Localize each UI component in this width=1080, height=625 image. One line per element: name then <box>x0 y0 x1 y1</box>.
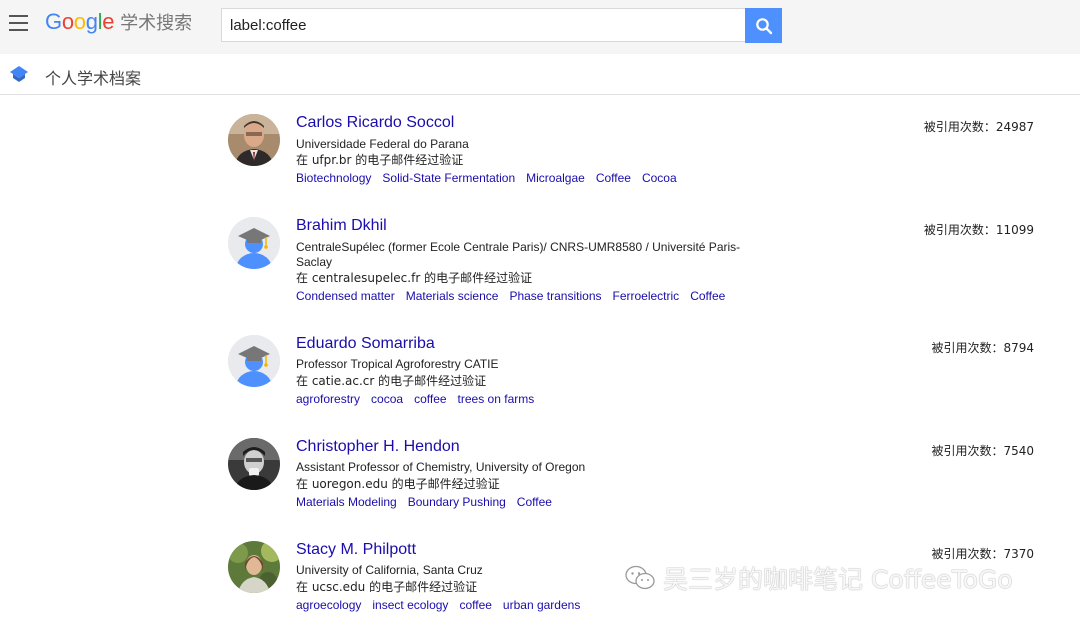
interest-tag[interactable]: Condensed matter <box>296 289 395 303</box>
top-bar: Google 学术搜索 <box>0 0 1080 54</box>
interest-tag[interactable]: agroforestry <box>296 392 360 406</box>
profile-name[interactable]: Christopher H. Hendon <box>296 438 460 456</box>
verified-email: 在 ucsc.edu 的电子邮件经过验证 <box>296 580 478 594</box>
interest-tags: agroecology insect ecology coffee urban gar… <box>296 598 591 612</box>
interest-tag[interactable]: agroecology <box>296 598 361 612</box>
avatar-placeholder[interactable] <box>228 217 280 269</box>
affiliation: Universidade Federal do Parana <box>296 137 469 151</box>
wechat-logo-icon <box>625 565 655 590</box>
interest-tag[interactable]: Materials science <box>406 289 499 303</box>
interest-tag[interactable]: Ferroelectric <box>613 289 680 303</box>
interest-tags: Materials Modeling Boundary Pushing Coffee <box>296 495 563 509</box>
sub-header: 个人学术档案 <box>0 54 1080 95</box>
search-box <box>221 8 745 42</box>
verified-email: 在 ufpr.br 的电子邮件经过验证 <box>296 153 464 167</box>
interest-tags: agroforestry cocoa coffee trees on farms <box>296 392 545 406</box>
interest-tag[interactable]: Phase transitions <box>509 289 601 303</box>
interest-tag[interactable]: trees on farms <box>458 392 535 406</box>
interest-tag[interactable]: coffee <box>414 392 446 406</box>
interest-tag[interactable]: Cocoa <box>642 171 677 185</box>
affiliation: CentraleSupélec (former Ecole Centrale P… <box>296 240 741 269</box>
logo-letter: g <box>85 9 98 34</box>
default-avatar-icon <box>228 335 280 387</box>
interest-tag[interactable]: urban gardens <box>503 598 580 612</box>
avatar[interactable] <box>228 114 280 166</box>
logo-letter: o <box>73 9 86 34</box>
avatar-placeholder[interactable] <box>228 335 280 387</box>
menu-icon[interactable] <box>9 15 28 31</box>
interest-tag[interactable]: cocoa <box>371 392 403 406</box>
citation-count: 被引用次数：11099 <box>923 223 1034 237</box>
citation-count: 被引用次数：7540 <box>931 444 1034 458</box>
interest-tag[interactable]: insect ecology <box>372 598 448 612</box>
logo-letter: G <box>45 9 62 34</box>
profile-name[interactable]: Stacy M. Philpott <box>296 541 416 559</box>
citation-count: 被引用次数：8794 <box>931 341 1034 355</box>
interest-tag[interactable]: coffee <box>459 598 491 612</box>
interest-tag[interactable]: Coffee <box>690 289 725 303</box>
interest-tag[interactable]: Biotechnology <box>296 171 371 185</box>
avatar[interactable] <box>228 438 280 490</box>
verified-email: 在 centralesupelec.fr 的电子邮件经过验证 <box>296 271 533 285</box>
affiliation: Assistant Professor of Chemistry, Univer… <box>296 460 586 474</box>
profile-card: Christopher H. Hendon 被引用次数：7540 Assista… <box>228 438 1038 518</box>
graduation-cap-icon <box>10 66 28 82</box>
search-icon <box>755 17 772 34</box>
interest-tag[interactable]: Coffee <box>596 171 631 185</box>
logo-letter: e <box>102 9 115 34</box>
scholar-label: 学术搜索 <box>120 13 193 34</box>
interest-tags: Condensed matter Materials science Phase t… <box>296 289 736 303</box>
logo-letter: o <box>61 9 74 34</box>
citation-count: 被引用次数：24987 <box>923 120 1034 134</box>
verified-email: 在 catie.ac.cr 的电子邮件经过验证 <box>296 374 487 388</box>
interest-tag[interactable]: Boundary Pushing <box>408 495 506 509</box>
watermark-text: 吴三岁的咖啡笔记 CoffeeToGo <box>663 565 1013 594</box>
profile-card: Carlos Ricardo Soccol 被引用次数：24987 Univer… <box>228 114 1038 194</box>
watermark: 吴三岁的咖啡笔记 CoffeeToGo <box>625 560 1013 596</box>
avatar[interactable] <box>228 541 280 593</box>
affiliation: Professor Tropical Agroforestry CATIE <box>296 357 499 371</box>
search-input[interactable] <box>222 9 745 41</box>
profile-card: Eduardo Somarriba 被引用次数：8794 Professor T… <box>228 335 1038 415</box>
page-title: 个人学术档案 <box>45 69 142 88</box>
interest-tag[interactable]: Solid-State Fermentation <box>382 171 515 185</box>
google-scholar-logo[interactable]: Google 学术搜索 <box>45 9 192 41</box>
default-avatar-icon <box>228 217 280 269</box>
interest-tag[interactable]: Coffee <box>517 495 552 509</box>
profile-name[interactable]: Eduardo Somarriba <box>296 335 435 353</box>
profile-name[interactable]: Brahim Dkhil <box>296 217 387 235</box>
interest-tag[interactable]: Microalgae <box>526 171 585 185</box>
interest-tags: Biotechnology Solid-State Fermentation Mic… <box>296 171 688 185</box>
profile-name[interactable]: Carlos Ricardo Soccol <box>296 114 454 132</box>
profile-card: Brahim Dkhil 被引用次数：11099 CentraleSupélec… <box>228 217 1038 309</box>
interest-tag[interactable]: Materials Modeling <box>296 495 397 509</box>
verified-email: 在 uoregon.edu 的电子邮件经过验证 <box>296 477 500 491</box>
search-button[interactable] <box>745 8 782 43</box>
